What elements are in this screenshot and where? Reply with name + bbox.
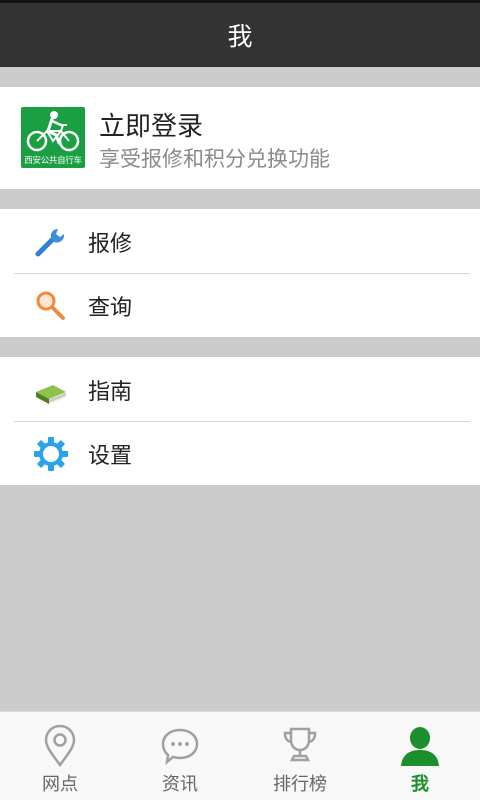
logo-text: 西安公共自行车	[24, 156, 82, 166]
page-title: 我	[227, 22, 253, 51]
tab-label: 网点	[42, 774, 78, 795]
user-icon	[400, 724, 440, 768]
search-icon	[33, 288, 69, 324]
tab-ranking[interactable]: 排行榜	[240, 712, 360, 800]
menu-item-label: 报修	[88, 232, 133, 257]
login-card[interactable]: 西安公共自行车 立即登录 享受报修和积分兑换功能	[0, 87, 480, 189]
menu-group-service: 报修 查询	[0, 209, 480, 337]
menu-item-settings[interactable]: 设置	[0, 421, 480, 485]
trophy-icon	[280, 724, 320, 768]
menu-item-label: 设置	[88, 444, 133, 469]
tab-label: 排行榜	[273, 774, 327, 795]
book-icon	[33, 372, 69, 408]
tab-label: 我	[411, 774, 429, 795]
wrench-icon	[33, 224, 69, 260]
login-subtitle: 享受报修和积分兑换功能	[99, 147, 330, 171]
tab-label: 资讯	[162, 774, 198, 795]
menu-group-info: 指南 设置	[0, 357, 480, 485]
gear-icon	[33, 436, 69, 472]
menu-item-query[interactable]: 查询	[0, 273, 480, 337]
tab-news[interactable]: 资讯	[120, 712, 240, 800]
menu-item-guide[interactable]: 指南	[0, 357, 480, 422]
app-logo: 西安公共自行车	[21, 107, 85, 168]
bicycle-icon	[26, 111, 80, 152]
bottom-tab-bar: 网点 资讯 排行榜 我	[0, 711, 480, 800]
location-pin-icon	[40, 724, 80, 768]
chat-bubble-icon	[160, 724, 200, 768]
menu-item-label: 指南	[88, 380, 133, 405]
menu-item-label: 查询	[88, 296, 133, 321]
tab-me[interactable]: 我	[360, 712, 480, 800]
tab-outlets[interactable]: 网点	[0, 712, 120, 800]
menu-item-repair[interactable]: 报修	[0, 209, 480, 274]
page-header: 我	[0, 3, 480, 67]
login-title[interactable]: 立即登录	[99, 106, 203, 143]
app-root: 我 西安公共自行车 立即登录 享受报修和积分兑换功能 报修 查询 指南 设置 网…	[0, 0, 480, 800]
